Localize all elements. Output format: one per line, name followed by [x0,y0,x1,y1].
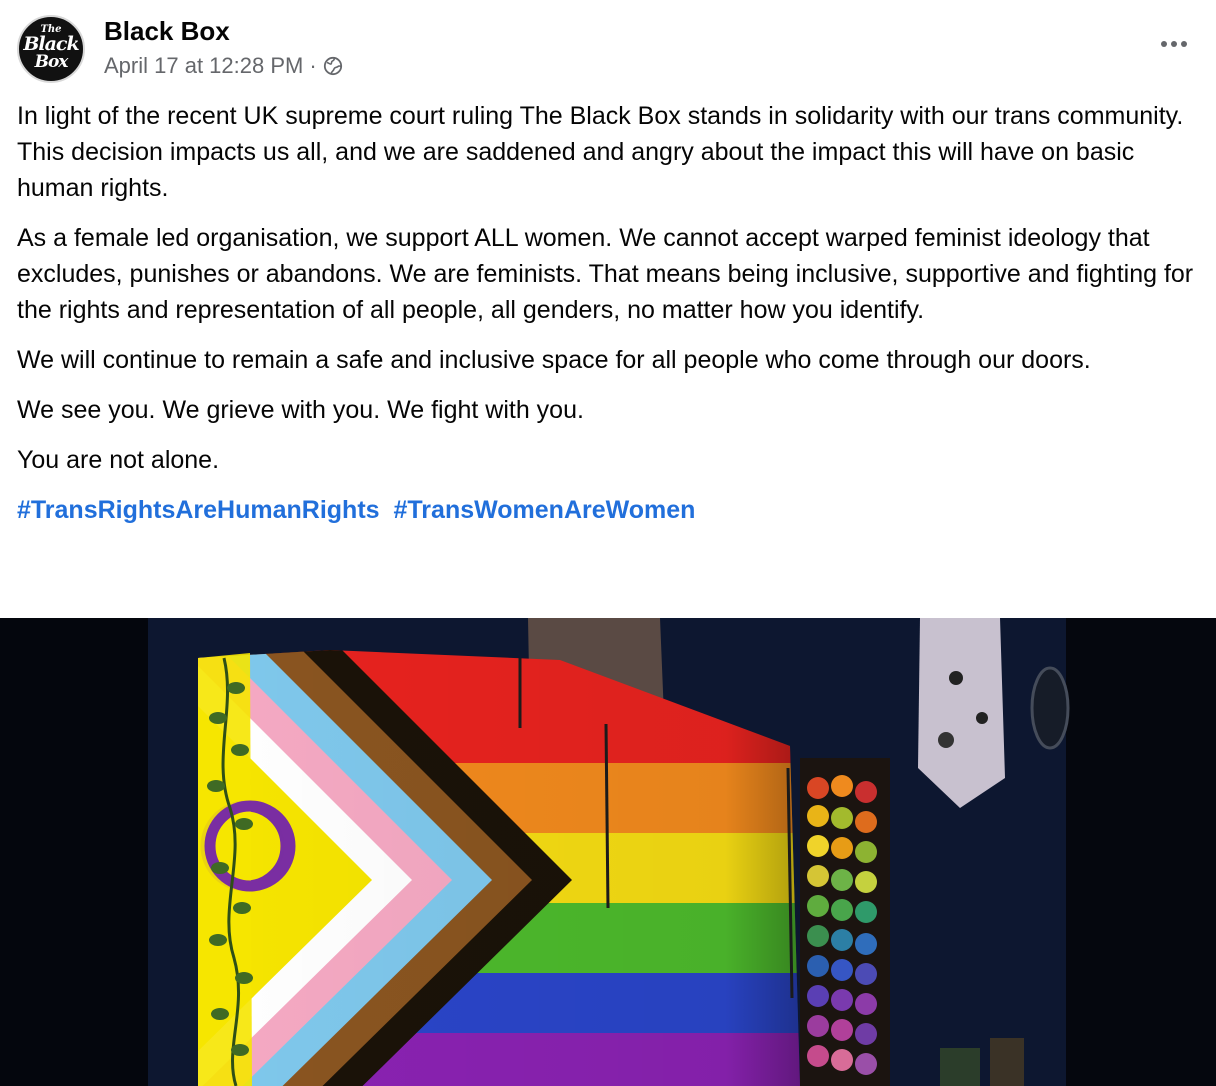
print-dot [949,671,963,685]
wall-shadow [1066,618,1216,1086]
post-timestamp[interactable]: April 17 at 12:28 PM [104,53,303,79]
wall-plaque [1030,666,1070,750]
badge-rack [800,758,890,1086]
post-meta: April 17 at 12:28 PM · [104,53,343,79]
post-paragraph: We see you. We grieve with you. We fight… [17,396,584,424]
hashtag-link[interactable]: #TransRightsAreHumanRights [17,496,380,524]
photo-illustration [0,618,1216,1086]
page-name-link[interactable]: Black Box [104,16,230,47]
post-paragraph: We will continue to remain a safe and in… [17,346,1091,374]
more-dot [1171,41,1177,47]
avatar-logo-line3: Box [34,52,69,72]
print-dot [938,732,954,748]
more-dot [1161,41,1167,47]
post-paragraph: You are not alone. [17,446,220,474]
more-dot [1181,41,1187,47]
print-dot [976,712,988,724]
hashtag-link[interactable]: #TransWomenAreWomen [394,496,696,524]
globe-icon[interactable] [323,56,343,76]
post-body: In light of the recent UK supreme court … [17,98,1202,542]
post-header: The Black Box Black Box April 17 at 12:2… [0,0,1216,100]
meta-separator: · [309,53,317,78]
post-photo[interactable] [0,618,1216,1086]
bottle [940,1048,980,1086]
post-paragraph: In light of the recent UK supreme court … [17,102,1184,202]
page-avatar[interactable]: The Black Box [17,15,85,83]
more-options-button[interactable] [1156,30,1192,58]
hashtag-line: #TransRightsAreHumanRights #TransWomenAr… [17,492,1202,528]
hanging-tote [918,618,1005,808]
post-paragraph: As a female led organisation, we support… [17,224,1194,324]
avatar-logo: The Black Box [19,25,83,71]
bottle [990,1038,1024,1086]
